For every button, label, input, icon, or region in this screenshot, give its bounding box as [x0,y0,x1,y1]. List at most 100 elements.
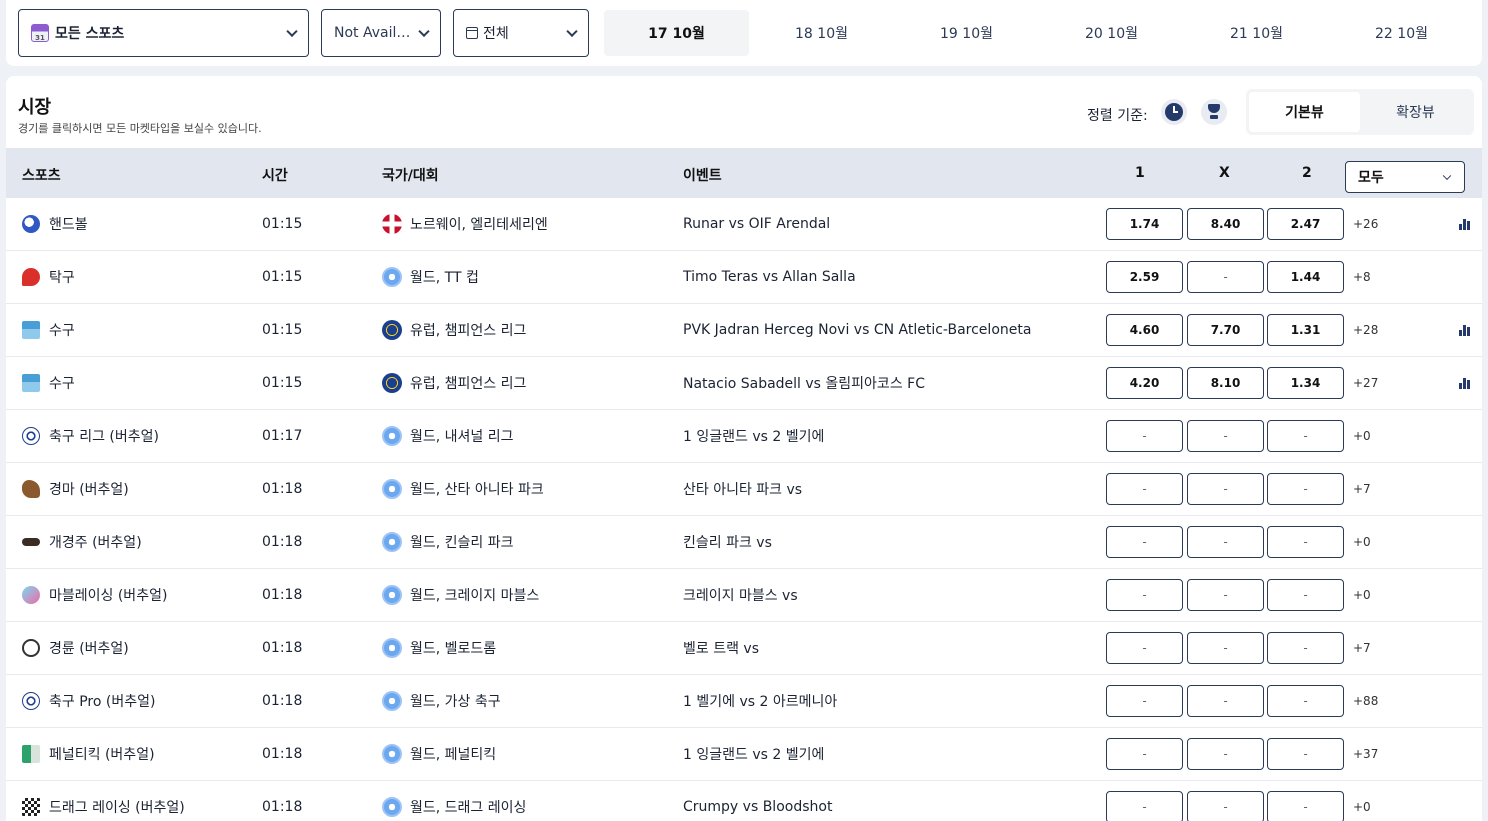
odds-away-button[interactable]: - [1267,738,1344,770]
odds-draw-button[interactable]: - [1187,420,1264,452]
sport-dropdown[interactable]: 31 모든 스포츠 [18,9,309,57]
stats-icon[interactable] [1459,378,1471,389]
odds-draw-button[interactable]: - [1187,526,1264,558]
odds-draw-button[interactable]: 8.40 [1187,208,1264,240]
odds-home-button[interactable]: - [1106,526,1183,558]
stats-icon[interactable] [1459,219,1471,230]
odds-away-button[interactable]: - [1267,526,1344,558]
odds-home-button[interactable]: - [1106,685,1183,717]
sport-cell: 개경주 (버추얼) [22,516,142,568]
table-row[interactable]: 핸드볼 01:15 노르웨이, 엘리테세리엔 Runar vs OIF Aren… [6,198,1482,251]
event-name[interactable]: 킨슬리 파크 vs [683,516,772,568]
more-markets-link[interactable]: +0 [1353,410,1371,462]
event-name[interactable]: Natacio Sabadell vs 올림피아코스 FC [683,357,925,409]
odds-draw-button[interactable]: - [1187,261,1264,293]
table-row[interactable]: 드래그 레이싱 (버추얼) 01:18 월드, 드래그 레이싱 Crumpy v… [6,781,1482,821]
availability-dropdown[interactable]: Not Avail… [321,9,441,57]
extended-view-button[interactable]: 확장뷰 [1360,92,1471,132]
odds-away-button[interactable]: - [1267,791,1344,821]
event-time: 01:18 [262,534,303,550]
date-tab[interactable]: 22 10월 [1329,10,1474,56]
table-row[interactable]: 축구 리그 (버추얼) 01:17 월드, 내셔널 리그 1 잉글랜드 vs 2… [6,410,1482,463]
odds-home-button[interactable]: - [1106,632,1183,664]
odds-draw-button[interactable]: - [1187,685,1264,717]
odds-away-button[interactable]: 1.44 [1267,261,1344,293]
date-tab[interactable]: 20 10월 [1039,10,1184,56]
odds-home-button[interactable]: - [1106,579,1183,611]
basic-view-button[interactable]: 기본뷰 [1249,92,1360,132]
market-filter-dropdown[interactable]: 모두 [1345,161,1465,193]
competition-cell: 월드, 가상 축구 [382,675,501,727]
table-row[interactable]: 탁구 01:15 월드, TT 컵 Timo Teras vs Allan Sa… [6,251,1482,304]
table-row[interactable]: 경륜 (버추얼) 01:18 월드, 벨로드롬 벨로 트랙 vs - - - +… [6,622,1482,675]
odds-home-button[interactable]: 4.20 [1106,367,1183,399]
event-name[interactable]: Timo Teras vs Allan Salla [683,251,856,303]
date-tab[interactable]: 21 10월 [1184,10,1329,56]
table-row[interactable]: 개경주 (버추얼) 01:18 월드, 킨슬리 파크 킨슬리 파크 vs - -… [6,516,1482,569]
more-markets-link[interactable]: +7 [1353,463,1371,515]
more-markets-link[interactable]: +88 [1353,675,1378,727]
odds-home-button[interactable]: 2.59 [1106,261,1183,293]
more-markets-link[interactable]: +0 [1353,569,1371,621]
odds-home-button[interactable]: - [1106,791,1183,821]
sort-by-competition-button[interactable] [1201,99,1227,125]
odds-away-button[interactable]: 2.47 [1267,208,1344,240]
page-subtitle: 경기를 클릭하시면 모든 마켓타입을 보실수 있습니다. [18,122,262,135]
odds-home-button[interactable]: - [1106,420,1183,452]
more-markets-link[interactable]: +28 [1353,304,1378,356]
date-tab[interactable]: 18 10월 [749,10,894,56]
more-markets-link[interactable]: +0 [1353,781,1371,821]
odds-away-button[interactable]: 1.31 [1267,314,1344,346]
event-name[interactable]: Runar vs OIF Arendal [683,198,830,250]
table-row[interactable]: 수구 01:15 유럽, 챔피언스 리그 PVK Jadran Herceg N… [6,304,1482,357]
event-name[interactable]: PVK Jadran Herceg Novi vs CN Atletic-Bar… [683,304,1031,356]
more-markets-link[interactable]: +37 [1353,728,1378,780]
odds-draw-button[interactable]: - [1187,791,1264,821]
odds-away-button[interactable]: - [1267,579,1344,611]
more-markets-link[interactable]: +27 [1353,357,1378,409]
odds-away-button[interactable]: - [1267,420,1344,452]
date-tab[interactable]: 19 10월 [894,10,1039,56]
odds-draw-button[interactable]: 7.70 [1187,314,1264,346]
odds-draw-button[interactable]: 8.10 [1187,367,1264,399]
event-name[interactable]: 산타 아니타 파크 vs [683,463,802,515]
odds-away-button[interactable]: - [1267,473,1344,505]
sort-by-time-button[interactable] [1161,99,1187,125]
table-row[interactable]: 페널티킥 (버추얼) 01:18 월드, 페널티킥 1 잉글랜드 vs 2 벨기… [6,728,1482,781]
odds-away-button[interactable]: - [1267,632,1344,664]
header-competition: 국가/대회 [382,168,439,184]
event-name[interactable]: 벨로 트랙 vs [683,622,759,674]
odds-draw-button[interactable]: - [1187,579,1264,611]
odds-home-button[interactable]: 1.74 [1106,208,1183,240]
horse-racing-icon [22,480,40,498]
table-row[interactable]: 축구 Pro (버추얼) 01:18 월드, 가상 축구 1 벨기에 vs 2 … [6,675,1482,728]
odds-home-button[interactable]: 4.60 [1106,314,1183,346]
table-row[interactable]: 수구 01:15 유럽, 챔피언스 리그 Natacio Sabadell vs… [6,357,1482,410]
event-name[interactable]: 1 벨기에 vs 2 아르메니아 [683,675,837,727]
stats-icon[interactable] [1459,325,1471,336]
table-row[interactable]: 마블레이싱 (버추얼) 01:18 월드, 크레이지 마블스 크레이지 마블스 … [6,569,1482,622]
more-markets-link[interactable]: +7 [1353,622,1371,674]
event-name[interactable]: 1 잉글랜드 vs 2 벨기에 [683,728,824,780]
odds-draw-button[interactable]: - [1187,473,1264,505]
more-markets-link[interactable]: +26 [1353,198,1378,250]
page-title: 시장 [18,97,52,118]
competition-name: 월드, TT 컵 [410,270,479,286]
odds-home-button[interactable]: - [1106,473,1183,505]
event-name[interactable]: Crumpy vs Bloodshot [683,781,832,821]
event-name[interactable]: 크레이지 마블스 vs [683,569,798,621]
more-markets-link[interactable]: +0 [1353,516,1371,568]
odds-away-button[interactable]: 1.34 [1267,367,1344,399]
period-dropdown[interactable]: 전체 [453,9,589,57]
odds-draw-button[interactable]: - [1187,738,1264,770]
sport-name: 개경주 (버추얼) [49,535,142,551]
date-tab[interactable]: 17 10월 [604,10,749,56]
chevron-down-icon [1442,171,1452,181]
more-markets-link[interactable]: +8 [1353,251,1371,303]
event-name[interactable]: 1 잉글랜드 vs 2 벨기에 [683,410,824,462]
odds-draw-button[interactable]: - [1187,632,1264,664]
table-row[interactable]: 경마 (버추얼) 01:18 월드, 산타 아니타 파크 산타 아니타 파크 v… [6,463,1482,516]
odds-away-button[interactable]: - [1267,685,1344,717]
header-time: 시간 [262,168,288,184]
odds-home-button[interactable]: - [1106,738,1183,770]
